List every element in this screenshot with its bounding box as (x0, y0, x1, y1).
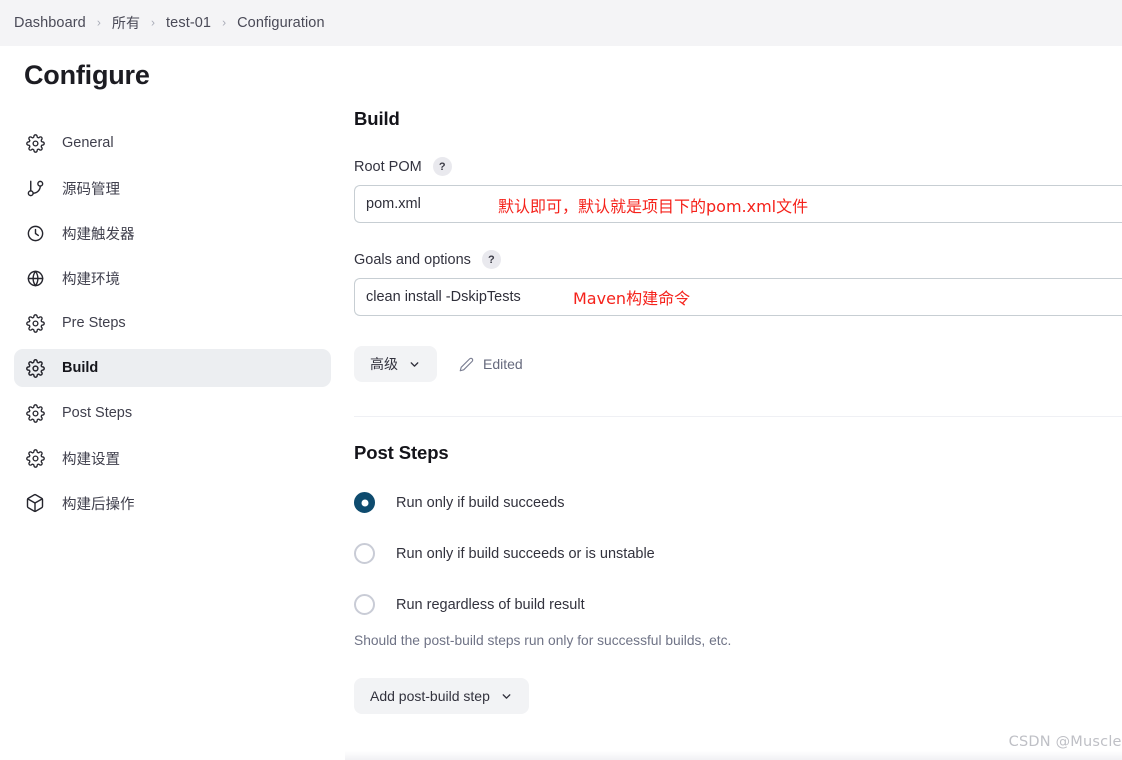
gear-icon (24, 357, 46, 379)
sidebar-item-build-environment[interactable]: 构建环境 (14, 259, 331, 297)
help-icon[interactable]: ? (481, 250, 501, 269)
clock-icon (24, 222, 46, 244)
root-pom-field: Root POM ? pom.xml 默认即可，默认就是项目下的pom.xml文… (354, 157, 1122, 223)
goals-annotation: Maven构建命令 (573, 289, 691, 308)
sidebar-item-label: 构建设置 (62, 451, 120, 468)
git-branch-icon (24, 177, 46, 199)
post-step-option-succeeds-or-unstable[interactable]: Run only if build succeeds or is unstabl… (354, 543, 1122, 564)
globe-icon (24, 267, 46, 289)
advanced-button-label: 高级 (370, 356, 398, 372)
goals-field: Goals and options ? clean install -Dskip… (354, 250, 1122, 316)
sidebar-nav: General 源码管理 构建触发器 构建环境 Pre Steps Build … (0, 124, 345, 522)
add-post-build-step-label: Add post-build step (370, 688, 490, 704)
sidebar-item-label: Build (62, 360, 99, 376)
breadcrumb-bar: Dashboard › 所有 › test-01 › Configuration (0, 0, 1122, 46)
watermark: CSDN @Muscleheng (1008, 734, 1122, 750)
radio-button[interactable] (354, 594, 375, 615)
root-pom-label: Root POM (354, 158, 422, 175)
add-post-build-step-row: Add post-build step (354, 678, 1122, 714)
goals-value: clean install -DskipTests (366, 289, 521, 305)
pencil-icon (459, 357, 474, 372)
breadcrumb-item-dashboard[interactable]: Dashboard (14, 15, 86, 31)
chevron-down-icon (500, 690, 513, 703)
section-divider (354, 416, 1122, 417)
sidebar-item-build-settings[interactable]: 构建设置 (14, 439, 331, 477)
radio-button[interactable] (354, 543, 375, 564)
root-pom-value: pom.xml (366, 196, 421, 212)
breadcrumb-item-configuration[interactable]: Configuration (237, 15, 325, 31)
add-post-build-step-button[interactable]: Add post-build step (354, 678, 529, 714)
sidebar-item-post-steps[interactable]: Post Steps (14, 394, 331, 432)
sidebar-item-label: Pre Steps (62, 315, 126, 331)
chevron-down-icon (408, 358, 421, 371)
post-steps-heading: Post Steps (354, 442, 449, 463)
breadcrumb-separator-icon: › (151, 15, 156, 30)
help-icon[interactable]: ? (432, 157, 452, 176)
breadcrumb-item-test-01[interactable]: test-01 (166, 15, 211, 31)
gear-icon (24, 312, 46, 334)
root-pom-annotation: 默认即可，默认就是项目下的pom.xml文件 (498, 197, 809, 216)
panel-bottom-shadow (345, 751, 1122, 760)
sidebar-item-label: 构建环境 (62, 271, 120, 288)
post-steps-hint: Should the post-build steps run only for… (354, 633, 732, 648)
sidebar-item-label: 构建触发器 (62, 226, 135, 243)
sidebar-item-label: 构建后操作 (62, 496, 135, 513)
radio-label: Run only if build succeeds or is unstabl… (396, 545, 655, 562)
gear-icon (24, 447, 46, 469)
build-config-panel: Build Root POM ? pom.xml 默认即可，默认就是项目下的po… (345, 46, 1122, 760)
sidebar-item-post-build-actions[interactable]: 构建后操作 (14, 484, 331, 522)
sidebar-item-label: 源码管理 (62, 181, 120, 198)
sidebar-item-general[interactable]: General (14, 124, 331, 162)
page-title: Configure (24, 60, 150, 90)
advanced-row: 高级 Edited (354, 346, 1122, 382)
breadcrumb-separator-icon: › (222, 15, 227, 30)
goals-label: Goals and options (354, 251, 471, 268)
sidebar-item-label: Post Steps (62, 405, 133, 421)
sidebar-item-source-management[interactable]: 源码管理 (14, 169, 331, 207)
breadcrumb-separator-icon: › (96, 15, 101, 30)
sidebar-item-pre-steps[interactable]: Pre Steps (14, 304, 331, 342)
edited-status: Edited (459, 356, 523, 372)
sidebar-item-build-triggers[interactable]: 构建触发器 (14, 214, 331, 252)
sidebar-item-label: General (62, 135, 114, 151)
radio-label: Run regardless of build result (396, 596, 585, 613)
gear-icon (24, 132, 46, 154)
edited-label: Edited (483, 356, 523, 372)
post-step-option-regardless[interactable]: Run regardless of build result (354, 594, 1122, 615)
build-section-heading: Build (354, 108, 400, 129)
configure-sidebar: Configure General 源码管理 构建触发器 构建环境 Pre St… (0, 46, 345, 760)
sidebar-item-build[interactable]: Build (14, 349, 331, 387)
root-pom-input[interactable]: pom.xml 默认即可，默认就是项目下的pom.xml文件 (354, 185, 1122, 223)
post-steps-section: Post Steps Run only if build succeeds Ru… (354, 442, 1122, 714)
breadcrumb: Dashboard › 所有 › test-01 › Configuration (14, 13, 325, 33)
goals-input[interactable]: clean install -DskipTests Maven构建命令 (354, 278, 1122, 316)
advanced-button[interactable]: 高级 (354, 346, 437, 382)
breadcrumb-item-all[interactable]: 所有 (112, 13, 140, 33)
page-body: Configure General 源码管理 构建触发器 构建环境 Pre St… (0, 46, 1122, 760)
radio-button[interactable] (354, 492, 375, 513)
radio-label: Run only if build succeeds (396, 494, 565, 511)
package-icon (24, 492, 46, 514)
gear-icon (24, 402, 46, 424)
post-step-option-succeeds[interactable]: Run only if build succeeds (354, 492, 1122, 513)
